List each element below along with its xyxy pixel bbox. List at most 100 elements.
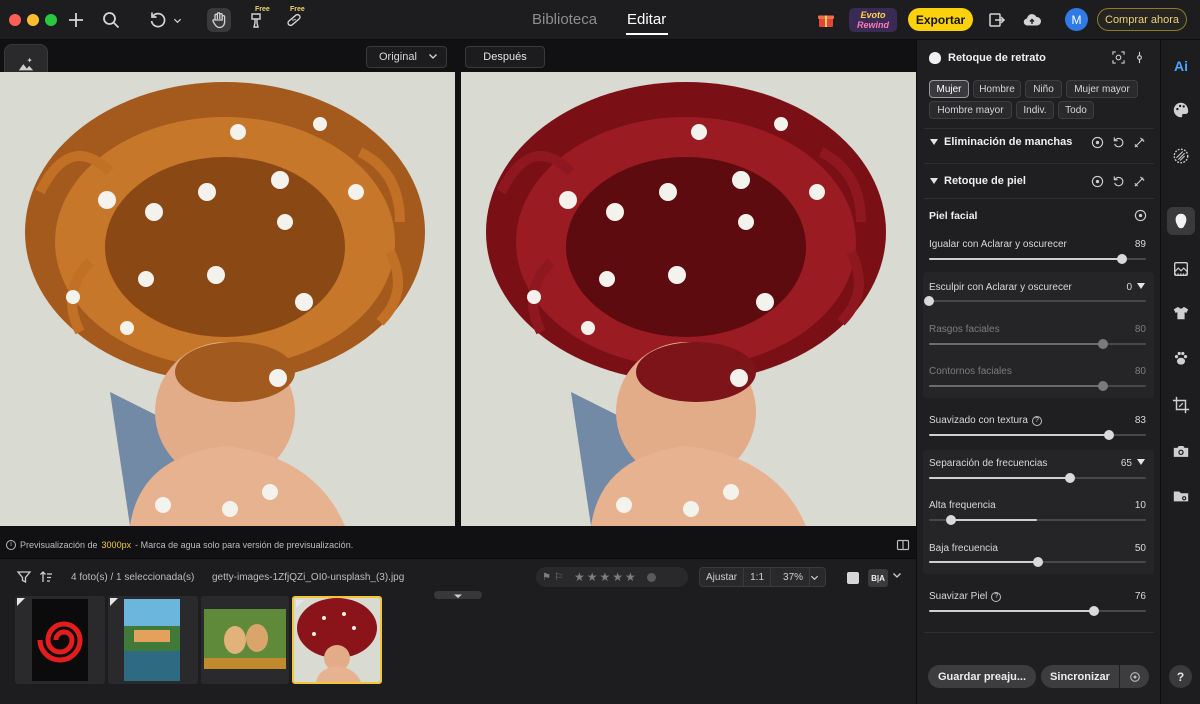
- chip-mujer[interactable]: Mujer: [929, 80, 969, 98]
- chip-hombre-mayor[interactable]: Hombre mayor: [929, 101, 1012, 119]
- user-avatar[interactable]: M: [1065, 8, 1088, 31]
- undo-history-chevron-icon[interactable]: [170, 8, 184, 32]
- single-view-icon[interactable]: [847, 572, 859, 584]
- tab-edit[interactable]: Editar: [627, 11, 666, 28]
- folder-view-icon[interactable]: [1171, 486, 1191, 506]
- file-name: getty-images-1ZfjQZi_OI0-unsplash_(3).jp…: [212, 572, 405, 583]
- slider-thumb[interactable]: [1065, 473, 1076, 483]
- help-circle-icon[interactable]: ?: [1031, 415, 1042, 426]
- slider-high-frequency[interactable]: [929, 515, 1146, 525]
- preview-watermark-note: i Previsualización de 3000px - Marca de …: [6, 540, 353, 550]
- help-button[interactable]: ?: [1169, 665, 1192, 688]
- export-button[interactable]: Exportar: [908, 8, 973, 31]
- export-to-device-icon[interactable]: [984, 8, 1008, 32]
- thumbnail-village[interactable]: [108, 596, 198, 684]
- caret-down-icon: [930, 178, 938, 184]
- portrait-retouch-icon[interactable]: [1171, 211, 1191, 231]
- original-photo[interactable]: [0, 72, 455, 526]
- preview-note-size: 3000px: [101, 540, 132, 550]
- slider-even[interactable]: [929, 254, 1146, 264]
- close-window-dot[interactable]: [9, 14, 21, 26]
- zoom-window-dot[interactable]: [45, 14, 57, 26]
- reset-icon: [1113, 137, 1124, 148]
- slider-thumb[interactable]: [1097, 381, 1108, 391]
- slider-sculpt[interactable]: [924, 296, 1146, 306]
- sort-icon[interactable]: [38, 569, 54, 585]
- slider-value: 89: [1134, 239, 1146, 250]
- sync-settings-icon[interactable]: [1120, 665, 1149, 688]
- help-circle-icon[interactable]: ?: [991, 591, 1002, 602]
- one-to-one-button[interactable]: 1:1: [744, 568, 772, 586]
- camera-icon[interactable]: [1171, 441, 1191, 461]
- free-tag: Free: [290, 6, 305, 13]
- fit-button[interactable]: Ajustar: [700, 568, 745, 586]
- gift-box-icon[interactable]: [814, 8, 838, 32]
- pet-paw-icon[interactable]: [1171, 348, 1191, 368]
- slider-label: Contornos faciales: [929, 366, 1012, 377]
- chip-mujer-mayor[interactable]: Mujer mayor: [1066, 80, 1138, 98]
- thumbnail-spiral[interactable]: [15, 596, 105, 684]
- slider-thumb[interactable]: [924, 296, 934, 306]
- filmstrip-resize-handle[interactable]: [434, 591, 482, 599]
- minimize-window-dot[interactable]: [27, 14, 39, 26]
- slider-value: 80: [1134, 366, 1146, 377]
- zoom-controls: Ajustar 1:1 37%: [699, 567, 826, 587]
- photo-count: 4 foto(s) / 1 seleccionada(s): [71, 572, 195, 583]
- filter-icon[interactable]: [16, 569, 32, 585]
- chip-nino[interactable]: Niño: [1025, 80, 1062, 98]
- facial-skin-actions: [1134, 209, 1147, 222]
- slider-thumb[interactable]: [1032, 557, 1043, 567]
- slider-low-frequency[interactable]: [929, 557, 1146, 567]
- slider-label-text: Suavizado con textura: [929, 415, 1028, 426]
- slider-fill: [929, 258, 1123, 260]
- crop-icon[interactable]: [1171, 395, 1191, 415]
- color-label-icon[interactable]: [646, 572, 656, 582]
- section-skin-retouch[interactable]: Retoque de piel: [930, 175, 1026, 187]
- chip-hombre[interactable]: Hombre: [973, 80, 1021, 98]
- background-icon[interactable]: [1171, 259, 1191, 279]
- sync-button[interactable]: Sincronizar: [1041, 665, 1119, 688]
- thumbnail-red-hair-selected[interactable]: [292, 596, 382, 684]
- buy-now-button[interactable]: Comprar ahora: [1097, 8, 1187, 31]
- zoom-select[interactable]: 37%: [771, 568, 825, 586]
- search-icon[interactable]: [99, 8, 123, 32]
- tab-library[interactable]: Biblioteca: [532, 11, 597, 28]
- texture-filter-icon[interactable]: [1171, 146, 1191, 166]
- slider-facial-features[interactable]: [929, 339, 1146, 349]
- slider-thumb[interactable]: [1088, 606, 1099, 616]
- pick-flag-icon[interactable]: ⚐: [554, 572, 563, 583]
- blemish-actions: [1091, 136, 1146, 149]
- chip-indiv[interactable]: Indiv.: [1016, 101, 1054, 119]
- reject-flag-icon[interactable]: ⚑: [542, 572, 551, 583]
- slider-facial-contours[interactable]: [929, 381, 1146, 391]
- rewind-badge-line2: Rewind: [856, 20, 889, 30]
- slider-frequency-separation[interactable]: [929, 473, 1146, 483]
- evoto-rewind-badge[interactable]: Evoto Rewind: [849, 8, 897, 32]
- slider-thumb[interactable]: [1097, 339, 1108, 349]
- chevron-down-icon: [428, 51, 438, 64]
- chip-todo[interactable]: Todo: [1058, 101, 1094, 119]
- clothing-shirt-icon[interactable]: [1171, 303, 1191, 323]
- add-icon[interactable]: [64, 8, 88, 32]
- color-palette-icon[interactable]: [1171, 100, 1191, 120]
- hand-tool-icon[interactable]: [207, 8, 231, 32]
- chevron-down-icon[interactable]: [892, 570, 906, 584]
- after-view-label: Después: [465, 46, 545, 68]
- free-tag: Free: [255, 6, 270, 13]
- compare-mode-select[interactable]: Original: [366, 46, 447, 68]
- undo-icon[interactable]: [146, 8, 170, 32]
- ai-tools-icon[interactable]: Ai: [1171, 56, 1191, 76]
- expand-caret-icon[interactable]: [1137, 283, 1145, 289]
- thumbnail-puppies[interactable]: [201, 596, 289, 684]
- edited-photo[interactable]: [461, 72, 916, 526]
- before-after-view-button[interactable]: B|A: [868, 569, 888, 587]
- slider-smooth-skin[interactable]: [929, 606, 1146, 616]
- slider-thumb[interactable]: [945, 515, 956, 525]
- cloud-upload-icon[interactable]: [1020, 8, 1044, 32]
- save-preset-button[interactable]: Guardar preaju...: [928, 665, 1036, 688]
- expand-caret-icon[interactable]: [1137, 459, 1145, 465]
- slider-texture-smoothing[interactable]: [929, 430, 1146, 440]
- split-view-icon[interactable]: [896, 538, 910, 552]
- star-rating[interactable]: ★★★★★: [574, 570, 638, 584]
- section-blemish-removal[interactable]: Eliminación de manchas: [930, 136, 1072, 148]
